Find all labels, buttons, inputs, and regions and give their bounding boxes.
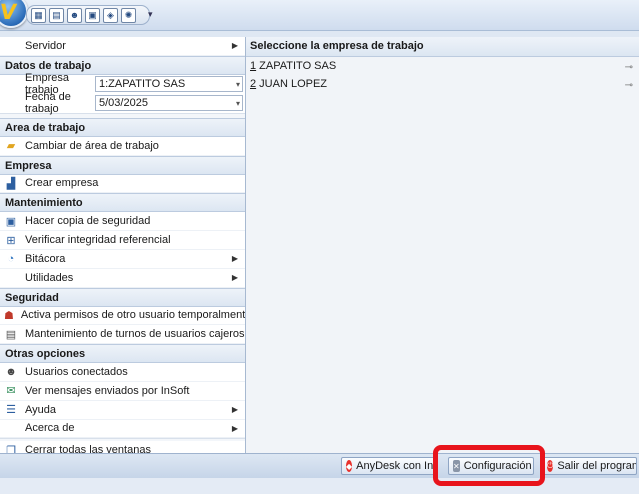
document-icon[interactable]: ▣ <box>85 7 100 23</box>
section-header-area: Area de trabajo <box>0 117 245 137</box>
menu-item-integridad[interactable]: ⊞ Verificar integridad referencial <box>0 231 245 250</box>
fecha-trabajo-row: Fecha de trabajo 5/03/2025 ▾ <box>0 91 245 116</box>
menu-item-bitacora[interactable]: ◔ Bitácora ▶ <box>0 250 245 269</box>
speech-bubble-icon: ◔ <box>7 252 15 265</box>
windows-icon: ❐ <box>6 444 16 453</box>
submenu-arrow-icon: ▶ <box>231 404 238 414</box>
anydesk-button[interactable]: ◆ AnyDesk con InSoft <box>341 457 438 475</box>
blank-icon <box>4 271 18 285</box>
company-item[interactable]: 2 JUAN LOPEZ ⊸ <box>246 75 639 93</box>
menu-item-ayuda[interactable]: ☰ Ayuda ▶ <box>0 401 245 420</box>
exit-icon: ⏻ <box>547 460 554 472</box>
grid-icon[interactable]: ▦ <box>31 7 46 23</box>
qat-dropdown-icon[interactable]: ▾ <box>148 9 153 20</box>
section-header-empresa: Empresa <box>0 155 245 175</box>
quick-access-toolbar: ▦ ▤ ☻ ▣ ◈ ✺ <box>26 5 150 25</box>
users-connected-icon: ☻ <box>5 366 17 379</box>
company-selection-panel: Seleccione la empresa de trabajo 1 ZAPAT… <box>246 37 639 453</box>
users-icon[interactable]: ☻ <box>67 7 82 23</box>
fecha-trabajo-select[interactable]: 5/03/2025 ▾ <box>95 95 243 112</box>
message-icon: ✉ <box>6 385 16 398</box>
empresa-trabajo-select[interactable]: 1:ZAPATITO SAS ▾ <box>95 76 243 93</box>
menu-item-crear-empresa[interactable]: ▟ Crear empresa <box>0 175 245 194</box>
title-bar: V ▦ ▤ ☻ ▣ ◈ ✺ ▾ <box>0 0 639 31</box>
list-icon: ☰ <box>6 404 16 417</box>
anydesk-icon: ◆ <box>346 460 353 472</box>
floppy-disk-icon: ▣ <box>5 215 17 228</box>
cash-register-icon: ▤ <box>5 328 17 341</box>
menu-item-cambiar-area[interactable]: ▰ Cambiar de área de trabajo <box>0 137 245 156</box>
folder-icon: ▰ <box>6 140 16 153</box>
submenu-arrow-icon: ▶ <box>231 272 238 282</box>
menu-item-cerrar-ventanas[interactable]: ❐ Cerrar todas las ventanas <box>0 441 245 453</box>
section-header-otras: Otras opciones <box>0 344 245 364</box>
box-icon[interactable]: ◈ <box>103 7 118 23</box>
section-header-seguridad: Seguridad <box>0 287 245 307</box>
calendar-icon[interactable]: ▤ <box>49 7 64 23</box>
hierarchy-icon: ⊞ <box>6 234 16 247</box>
submenu-arrow-icon: ▶ <box>231 423 238 433</box>
submenu-arrow-icon: ▶ <box>231 41 238 50</box>
factory-icon: ▟ <box>6 177 16 190</box>
app-logo-icon: V <box>0 0 18 24</box>
salir-button[interactable]: ⏻ Salir del programa <box>542 457 637 475</box>
menu-item-servidor[interactable]: Servidor ▶ <box>0 37 245 56</box>
fecha-trabajo-label: Fecha de trabajo <box>25 91 71 116</box>
menu-item-usuarios-conectados[interactable]: ☻ Usuarios conectados <box>0 363 245 382</box>
blank-icon <box>4 39 18 53</box>
menu-item-utilidades[interactable]: Utilidades ▶ <box>0 269 245 288</box>
chevron-down-icon[interactable]: ▾ <box>236 97 240 111</box>
left-menu-panel: Servidor ▶ Datos de trabajo Empresa trab… <box>0 37 246 453</box>
blank-icon <box>4 421 18 435</box>
company-selection-header: Seleccione la empresa de trabajo <box>246 37 639 57</box>
user-key-icon: ☗ <box>4 309 14 322</box>
lifebuoy-icon[interactable]: ✺ <box>121 7 136 23</box>
menu-item-permisos[interactable]: ☗ Activa permisos de otro usuario tempor… <box>0 307 245 326</box>
app-menu-button[interactable]: V <box>0 0 28 28</box>
submenu-arrow-icon: ▶ <box>231 253 238 263</box>
menu-item-mensajes[interactable]: ✉ Ver mensajes enviados por InSoft <box>0 382 245 401</box>
pin-icon[interactable]: ⊸ <box>625 77 633 95</box>
company-item[interactable]: 1 ZAPATITO SAS ⊸ <box>246 57 639 75</box>
highlight-annotation <box>433 445 545 486</box>
chevron-down-icon[interactable]: ▾ <box>236 78 240 92</box>
menu-item-copia-seguridad[interactable]: ▣ Hacer copia de seguridad <box>0 212 245 232</box>
menu-item-turnos[interactable]: ▤ Mantenimiento de turnos de usuarios ca… <box>0 325 245 345</box>
menu-item-acerca[interactable]: Acerca de ▶ <box>0 420 245 439</box>
section-header-mantenimiento: Mantenimiento <box>0 193 245 213</box>
